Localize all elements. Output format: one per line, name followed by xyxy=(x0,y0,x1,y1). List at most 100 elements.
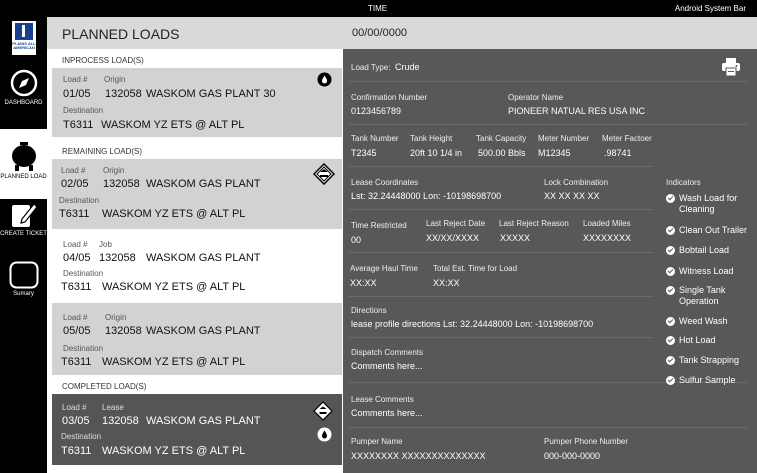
indicators-title: Indicators xyxy=(666,178,701,187)
load-card-remaining-1[interactable]: Load # Origin 02/05 132058 WASKOM GAS PL… xyxy=(52,159,342,229)
nav-create-label: CREATE TICKET xyxy=(0,231,47,237)
lease-label: Lease xyxy=(102,403,124,412)
check-circle-icon xyxy=(666,376,675,385)
indicator-label: Wash Load for Cleaning xyxy=(679,193,738,214)
indicator-label: Sulfur Sample xyxy=(679,375,736,385)
load-num-label: Load # xyxy=(61,166,86,175)
oil-drop-icon xyxy=(317,427,332,442)
load-card-inprocess[interactable]: Load # Origin 01/05 132058 WASKOM GAS PL… xyxy=(52,68,342,137)
print-icon[interactable] xyxy=(721,57,741,77)
confirmation-label: Confirmation Number xyxy=(351,93,428,102)
job-label: Job xyxy=(99,240,112,249)
load-type-value: Crude xyxy=(395,62,420,72)
tank-truck-icon xyxy=(11,142,36,171)
destination-name: WASKOM YZ ETS @ ALT PL xyxy=(101,119,245,131)
dispatch-label: Dispatch Comments xyxy=(351,348,424,357)
load-card-completed[interactable]: Load # Lease 03/05 132058 WASKOM GAS PLA… xyxy=(52,394,342,465)
divider xyxy=(348,337,653,338)
total-est-label: Total Est. Time for Load xyxy=(433,264,518,273)
destination-label: Destination xyxy=(61,432,102,441)
destination-code: T6311 xyxy=(59,208,90,220)
side-nav: PLAINS ALL AMERICAN DASHBOARD PLANNED LO… xyxy=(0,17,47,473)
load-num-label: Load # xyxy=(63,75,88,84)
page-title: PLANNED LOADS xyxy=(62,26,180,42)
nav-create-ticket[interactable]: CREATE TICKET xyxy=(0,201,47,251)
loaded-miles-value: XXXXXXXX xyxy=(583,233,632,243)
compass-icon xyxy=(10,69,37,97)
check-circle-icon xyxy=(666,356,675,365)
meter-factor-value: .98741 xyxy=(604,148,632,158)
nav-planned-label: PLANNED LOAD xyxy=(0,174,47,180)
last-reject-date-value: XX/XX/XXXX xyxy=(426,233,480,243)
loaded-miles-label: Loaded Miles xyxy=(583,219,631,228)
section-inprocess: INPROCESS LOAD(S) xyxy=(62,56,144,65)
load-card-remaining-2[interactable]: Load # Job 04/05 132058 WASKOM GAS PLANT… xyxy=(52,230,342,301)
indicator-label: Bobtail Load xyxy=(679,245,730,255)
lease-comments-value: Comments here... xyxy=(351,408,423,418)
tank-number-value: T2345 xyxy=(351,148,377,158)
nav-planned-load[interactable]: PLANNED LOAD xyxy=(0,129,47,199)
load-num-label: Load # xyxy=(62,403,87,412)
load-num: 02/05 xyxy=(61,178,89,190)
destination-label: Destination xyxy=(63,106,104,115)
destination-name: WASKOM YZ ETS @ ALT PL xyxy=(102,356,246,368)
tank-height-value: 20ft 10 1/4 in xyxy=(410,148,463,158)
load-card-remaining-3[interactable]: Load # Origin 05/05 132058 WASKOM GAS PL… xyxy=(52,303,342,375)
status-bar: TIME Android System Bar xyxy=(0,0,757,17)
load-num: 03/05 xyxy=(62,415,90,427)
destination-code: T6311 xyxy=(63,119,94,131)
check-circle-icon xyxy=(666,317,675,326)
avg-haul-label: Average Haul Time xyxy=(350,264,418,273)
operator-value: PIONEER NATUAL RES USA INC xyxy=(508,106,646,116)
summary-icon xyxy=(9,261,38,289)
destination-code: T6311 xyxy=(61,445,92,457)
header-date: 00/00/0000 xyxy=(352,27,408,39)
check-circle-icon xyxy=(666,226,675,235)
pumper-name-value: XXXXXXXX XXXXXXXXXXXXXX xyxy=(351,451,486,461)
logo-flag-icon xyxy=(15,23,33,40)
nav-dashboard-label: DASHBOARD xyxy=(4,100,43,106)
confirmation-value: 0123456789 xyxy=(351,106,402,116)
section-completed: COMPLETED LOAD(S) xyxy=(62,382,147,391)
indicator-label: Witness Load xyxy=(679,266,734,276)
lease-coords-label: Lease Coordinates xyxy=(351,178,419,187)
origin-code: 132058 xyxy=(103,178,140,190)
divider xyxy=(348,296,653,297)
load-num-label: Load # xyxy=(63,313,88,322)
tank-height-label: Tank Height xyxy=(410,134,453,143)
indicator-label: Hot Load xyxy=(679,335,716,345)
origin-code: 132058 xyxy=(105,88,142,100)
directions-label: Directions xyxy=(351,306,387,315)
destination-label: Destination xyxy=(63,344,104,353)
origin-name: WASKOM GAS PLANT xyxy=(146,252,261,264)
load-num: 01/05 xyxy=(63,88,91,100)
total-est-value: XX:XX xyxy=(433,278,460,288)
divider xyxy=(348,166,653,167)
origin-name: WASKOM GAS PLANT xyxy=(146,178,261,190)
divider xyxy=(348,209,653,210)
origin-label: Origin xyxy=(104,75,126,84)
oil-drop-icon xyxy=(317,72,332,87)
divider xyxy=(348,252,653,253)
section-remaining: REMAINING LOAD(S) xyxy=(62,147,143,156)
lease-code: 132058 xyxy=(102,415,139,427)
check-circle-icon xyxy=(666,267,675,276)
origin-name: WASKOM GAS PLANT xyxy=(146,415,261,427)
indicator-label: Clean Out Trailer xyxy=(679,225,748,235)
time-restricted-value: 00 xyxy=(351,235,362,245)
time-restricted-label: Time Restricted xyxy=(351,221,407,230)
check-circle-icon xyxy=(666,246,675,255)
avg-haul-value: XX:XX xyxy=(350,278,377,288)
tank-capacity-label: Tank Capacity xyxy=(476,134,527,143)
meter-factor-label: Meter Factoer xyxy=(602,134,652,143)
brand-logo: PLAINS ALL AMERICAN xyxy=(12,21,36,55)
lease-coords-value: Lst: 32.24448000 Lon: -10198698700 xyxy=(351,191,502,201)
lease-comments-label: Lease Comments xyxy=(351,395,414,404)
nav-summary[interactable]: Sumary xyxy=(0,261,47,303)
nav-dashboard[interactable]: DASHBOARD xyxy=(0,68,47,113)
status-time: TIME xyxy=(368,4,388,13)
divider xyxy=(348,81,748,82)
destination-name: WASKOM YZ ETS @ ALT PL xyxy=(102,208,246,220)
divider xyxy=(348,427,748,428)
lock-combo-value: XX XX XX XX xyxy=(544,191,600,201)
